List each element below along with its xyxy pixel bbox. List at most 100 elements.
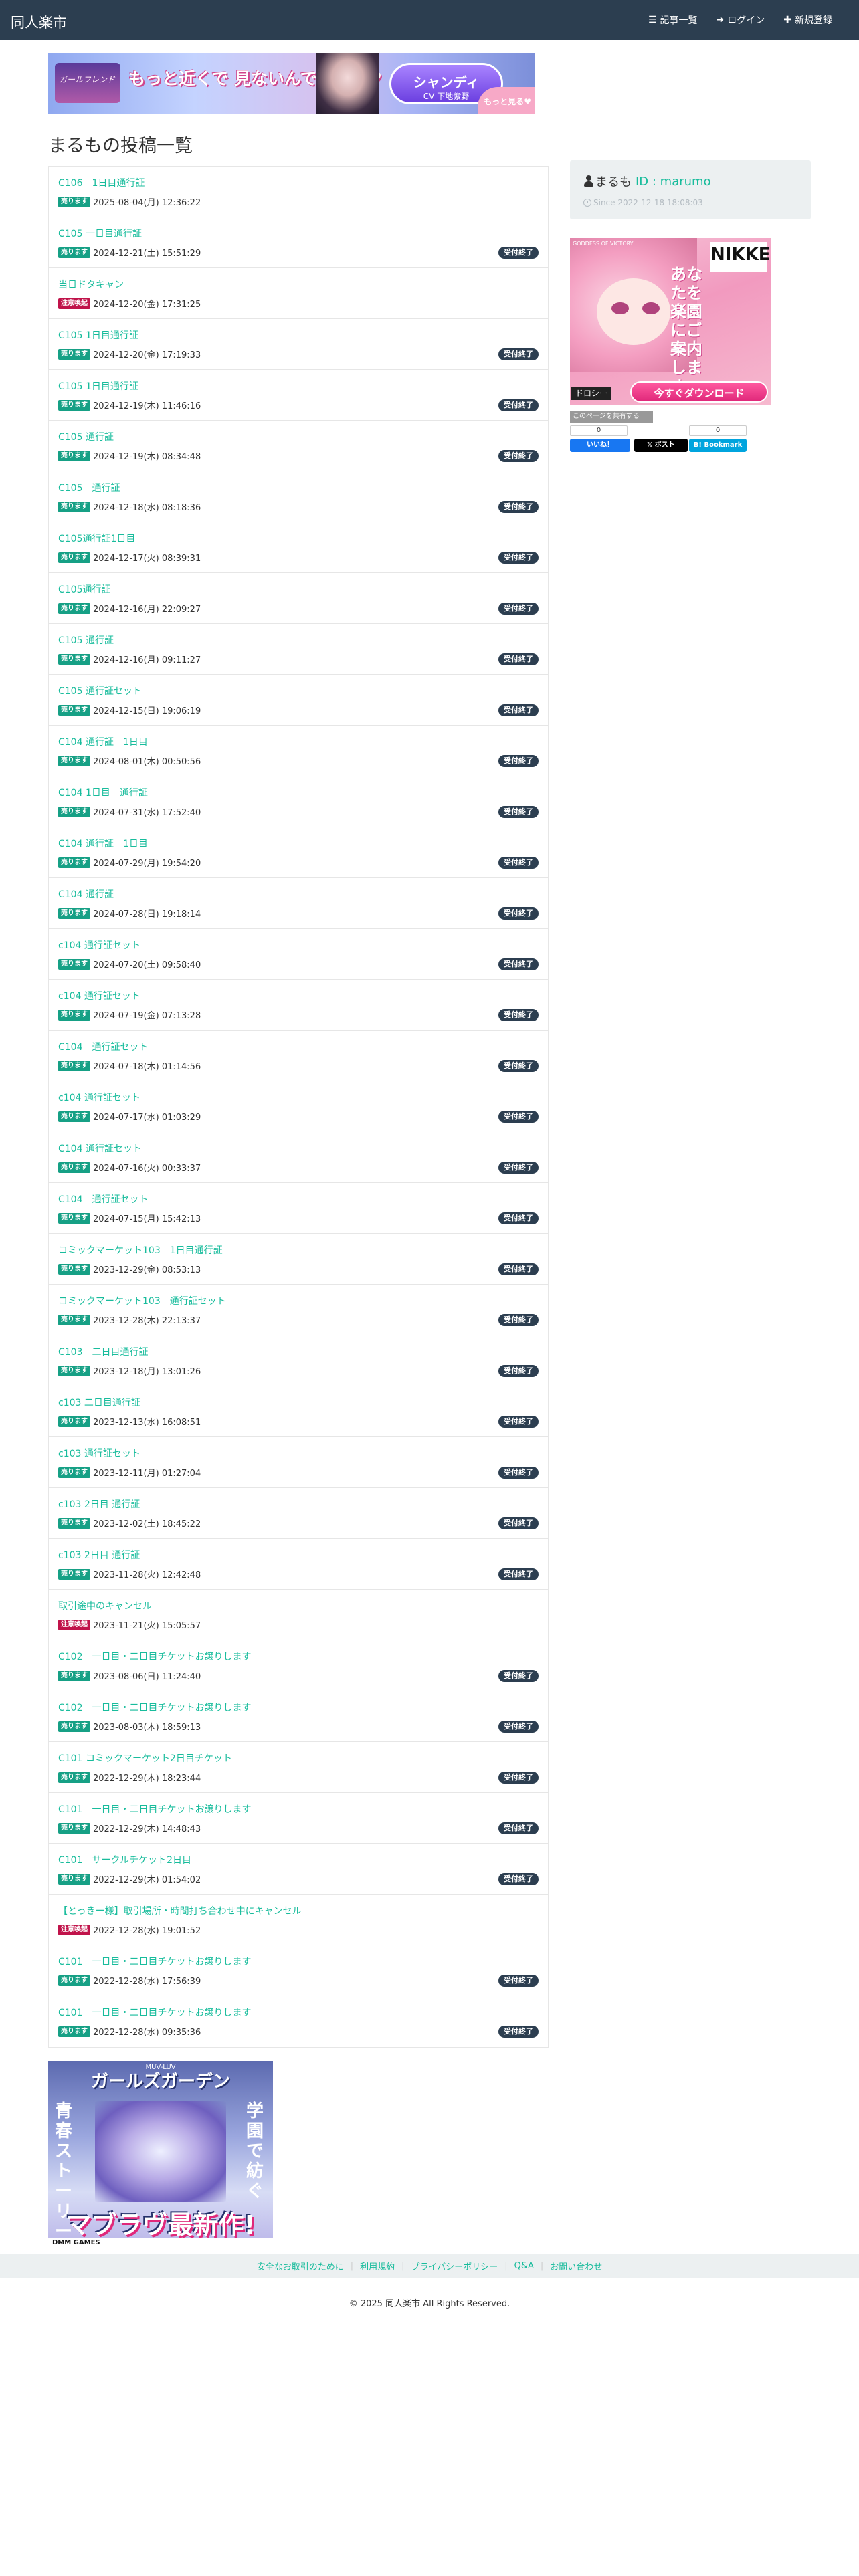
ad-more-corner: もっと見る♥	[478, 87, 535, 114]
post-title-link[interactable]: C105 通行証セット	[58, 684, 142, 697]
post-date: 2023-12-18(月) 13:01:26	[93, 1367, 201, 1377]
post-title-link[interactable]: C105 1日目通行証	[58, 328, 138, 342]
post-date: 2024-12-20(金) 17:31:25	[93, 300, 201, 310]
side-ad-logo-text: NIKKE	[710, 245, 771, 265]
post-title-link[interactable]: C101 コミックマーケット2日目チケット	[58, 1751, 232, 1765]
post-title-link[interactable]: C104 通行証セット	[58, 1040, 149, 1053]
post-title-link[interactable]: C101 一日目・二日目チケットお譲りします	[58, 1955, 252, 1968]
post-title-link[interactable]: C105 1日目通行証	[58, 379, 138, 393]
status-badge: 受付終了	[498, 1517, 539, 1529]
footer-link-privacy[interactable]: プライバシーポリシー	[411, 2260, 498, 2272]
status-badge: 受付終了	[498, 806, 539, 818]
side-ad-character-name: ドロシー	[571, 387, 612, 400]
status-badge: 受付終了	[498, 1873, 539, 1885]
post-title-link[interactable]: C105 通行証	[58, 633, 114, 647]
post-title-link[interactable]: C105通行証	[58, 582, 111, 596]
post-meta: 売ります 2022-12-29(木) 01:54:02	[58, 1872, 201, 1885]
post-item: C101 一日目・二日目チケットお譲りします 売ります 2022-12-29(木) …	[49, 1793, 548, 1844]
post-title-link[interactable]: C104 通行証セット	[58, 1142, 142, 1155]
post-item: C106 1日目通行証 売ります 2025-08-04(月) 12:36:22	[49, 167, 548, 217]
post-list: C106 1日目通行証 売ります 2025-08-04(月) 12:36:22 C10…	[48, 166, 549, 2048]
post-title-link[interactable]: C101 サークルチケット2日目	[58, 1853, 191, 1866]
post-date: 2023-12-28(木) 22:13:37	[93, 1316, 201, 1326]
status-badge: 受付終了	[498, 1162, 539, 1174]
post-title-link[interactable]: 【とっきー様】取引場所・時間打ち合わせ中にキャンセル	[58, 1904, 302, 1917]
side-ad-download-button[interactable]: 今すぐダウンロード	[630, 381, 768, 403]
login-icon: ➜	[716, 15, 725, 25]
user-id[interactable]: ID : marumo	[636, 175, 711, 189]
post-title-link[interactable]: コミックマーケット103 1日目通行証	[58, 1243, 223, 1257]
post-title-link[interactable]: c103 2日目 通行証	[58, 1497, 140, 1511]
post-item: C103 二日目通行証 売ります 2023-12-18(月) 13:01:26 受付終…	[49, 1335, 548, 1386]
post-item: C102 一日目・二日目チケットお譲りします 売ります 2023-08-03(木) …	[49, 1691, 548, 1742]
post-type-badge: 売ります	[58, 1467, 90, 1478]
footer-link-contact[interactable]: お問い合わせ	[550, 2260, 602, 2272]
status-badge: 受付終了	[498, 958, 539, 970]
post-meta: 売ります 2023-12-28(木) 22:13:37	[58, 1313, 201, 1326]
post-type-badge: 売ります	[58, 348, 90, 360]
status-badge: 受付終了	[498, 399, 539, 411]
post-meta: 売ります 2023-08-03(木) 18:59:13	[58, 1720, 201, 1733]
post-title-link[interactable]: C102 一日目・二日目チケットお譲りします	[58, 1650, 252, 1663]
post-date: 2024-07-18(木) 01:14:56	[93, 1062, 201, 1072]
status-badge: 受付終了	[498, 1467, 539, 1479]
post-title-link[interactable]: C104 通行証	[58, 887, 114, 901]
post-item: 取引途中のキャンセル 注意喚起 2023-11-21(火) 15:05:57	[49, 1590, 548, 1640]
status-badge: 受付終了	[498, 1365, 539, 1377]
footer-link-terms[interactable]: 利用規約	[360, 2260, 395, 2272]
post-title-link[interactable]: c104 通行証セット	[58, 1091, 140, 1104]
post-title-link[interactable]: C104 1日目 通行証	[58, 786, 148, 799]
footer-link-qa[interactable]: Q&A	[514, 2261, 534, 2271]
post-title-link[interactable]: C105 一日目通行証	[58, 227, 142, 240]
post-title-link[interactable]: C104 通行証 1日目	[58, 837, 148, 850]
post-title-link[interactable]: C106 1日目通行証	[58, 176, 145, 189]
post-title-link[interactable]: C102 一日目・二日目チケットお譲りします	[58, 1701, 252, 1714]
post-title-link[interactable]: c104 通行証セット	[58, 989, 140, 1002]
side-ad[interactable]: GODDESS OF VICTORY NIKKE あなたを楽園にご案内します ド…	[570, 238, 771, 405]
x-post-button[interactable]: 𝕏 ポスト	[634, 439, 688, 452]
post-title-link[interactable]: コミックマーケット103 通行証セット	[58, 1294, 226, 1307]
post-title-link[interactable]: C105 通行証	[58, 430, 114, 443]
post-item: c103 通行証セット売ります 2023-12-11(月) 01:27:04 受付終…	[49, 1437, 548, 1488]
post-title-link[interactable]: c104 通行証セット	[58, 938, 140, 952]
post-title-link[interactable]: C104 通行証 1日目	[58, 735, 148, 748]
nav-register[interactable]: ✚ 新規登録	[783, 13, 832, 27]
ad-character-eye-right	[642, 302, 660, 314]
post-title-link[interactable]: 取引途中のキャンセル	[58, 1599, 152, 1612]
post-title-link[interactable]: c103 2日目 通行証	[58, 1548, 140, 1562]
post-meta: 売ります 2024-12-19(木) 08:34:48	[58, 449, 201, 462]
post-title-link[interactable]: C101 一日目・二日目チケットお譲りします	[58, 1802, 252, 1816]
post-title-link[interactable]: C104 通行証セット	[58, 1192, 149, 1206]
post-title-link[interactable]: C105通行証1日目	[58, 532, 135, 545]
post-date: 2024-12-16(月) 22:09:27	[93, 605, 201, 615]
post-meta: 売ります 2024-07-29(月) 19:54:20	[58, 856, 201, 869]
site-brand[interactable]: 同人楽市	[11, 12, 67, 32]
post-title-link[interactable]: c103 二日目通行証	[58, 1396, 140, 1409]
post-date: 2024-07-15(月) 15:42:13	[93, 1214, 201, 1224]
post-date: 2024-07-31(水) 17:52:40	[93, 808, 201, 818]
post-meta: 売ります 2024-07-31(水) 17:52:40	[58, 805, 201, 818]
post-meta: 売ります 2023-12-11(月) 01:27:04	[58, 1466, 201, 1479]
post-item: 【とっきー様】取引場所・時間打ち合わせ中にキャンセル 注意喚起 2022-12-28…	[49, 1895, 548, 1945]
post-title-link[interactable]: C105 通行証	[58, 481, 120, 494]
post-item: C105 通行証セット 売ります 2024-12-15(日) 19:06:19 受付終…	[49, 675, 548, 726]
post-date: 2023-12-02(土) 18:45:22	[93, 1519, 201, 1529]
post-title-link[interactable]: 当日ドタキャン	[58, 278, 124, 291]
post-item: c104 通行証セット 売ります 2024-07-19(金) 07:13:28 受付終…	[49, 980, 548, 1031]
footer-link-safety[interactable]: 安全なお取引のために	[257, 2260, 344, 2272]
bottom-ad[interactable]: MUV-LUV ガールズガーデン 青春ストーリー 学園で紡ぐ マブラヴ最新作! …	[48, 2061, 273, 2248]
footer-links: 安全なお取引のために | 利用規約 | プライバシーポリシー | Q&A | お…	[0, 2254, 859, 2278]
post-meta: 売ります 2024-12-15(日) 19:06:19	[58, 704, 201, 716]
facebook-like-button[interactable]: いいね！	[570, 439, 630, 452]
post-title-link[interactable]: C103 二日目通行証	[58, 1345, 149, 1358]
post-meta: 売ります 2024-07-17(水) 01:03:29	[58, 1110, 201, 1123]
nav-article-list[interactable]: ☰ 記事一覧	[648, 13, 698, 27]
nav-login[interactable]: ➜ ログイン	[717, 13, 765, 27]
nav-register-label: 新規登録	[795, 15, 832, 26]
hatena-bookmark-button[interactable]: B! Bookmark	[689, 439, 747, 452]
top-banner-ad[interactable]: ガールフレンド もっと近くで 見ないんですか？♥ シャンディ CV 下地紫野 も…	[48, 53, 535, 114]
post-title-link[interactable]: C101 一日目・二日目チケットお譲りします	[58, 2006, 252, 2019]
facebook-like-label: いいね！	[587, 441, 613, 449]
post-type-badge: 売ります	[58, 1975, 90, 1986]
post-title-link[interactable]: c103 通行証セット	[58, 1446, 140, 1460]
